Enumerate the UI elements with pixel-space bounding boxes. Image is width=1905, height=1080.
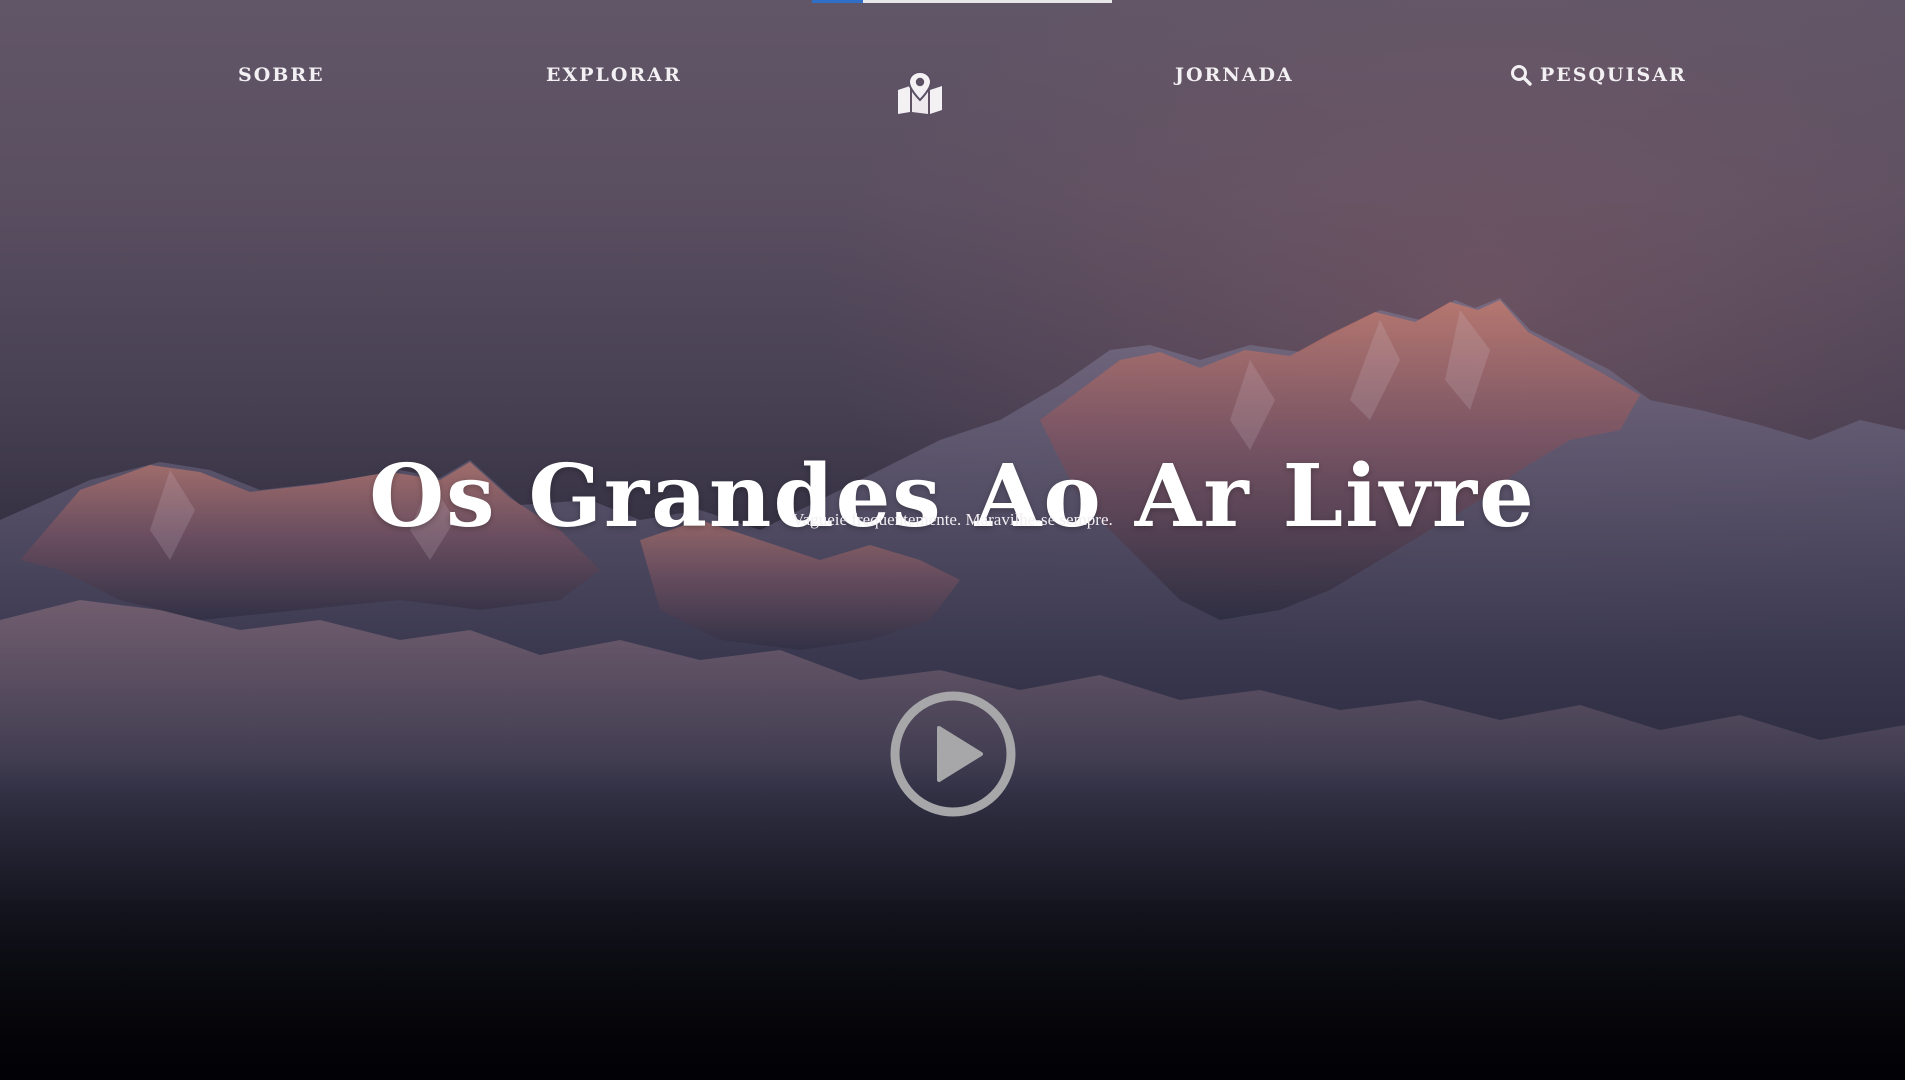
nav-link-sobre[interactable]: SOBRE: [238, 64, 325, 86]
map-marker-icon[interactable]: [896, 70, 944, 114]
hero-title: Os Grandes Ao Ar Livre: [369, 445, 1536, 547]
nav-link-pesquisar-label: PESQUISAR: [1540, 64, 1687, 86]
play-circle-icon: [890, 691, 1016, 817]
play-video-button[interactable]: [889, 690, 1017, 818]
hero-subtitle: Vagueie frequentemente. Maravilhe-se sem…: [792, 510, 1113, 529]
hero-page: SOBRE EXPLORAR JORNADA PESQUISAR Os Gran…: [0, 0, 1905, 1080]
nav-link-jornada[interactable]: JORNADA: [1175, 64, 1294, 86]
main-navigation: SOBRE EXPLORAR JORNADA PESQUISAR: [0, 0, 1905, 150]
search-icon: [1510, 64, 1532, 86]
nav-link-pesquisar[interactable]: PESQUISAR: [1510, 64, 1687, 86]
nav-link-explorar[interactable]: EXPLORAR: [546, 64, 682, 86]
